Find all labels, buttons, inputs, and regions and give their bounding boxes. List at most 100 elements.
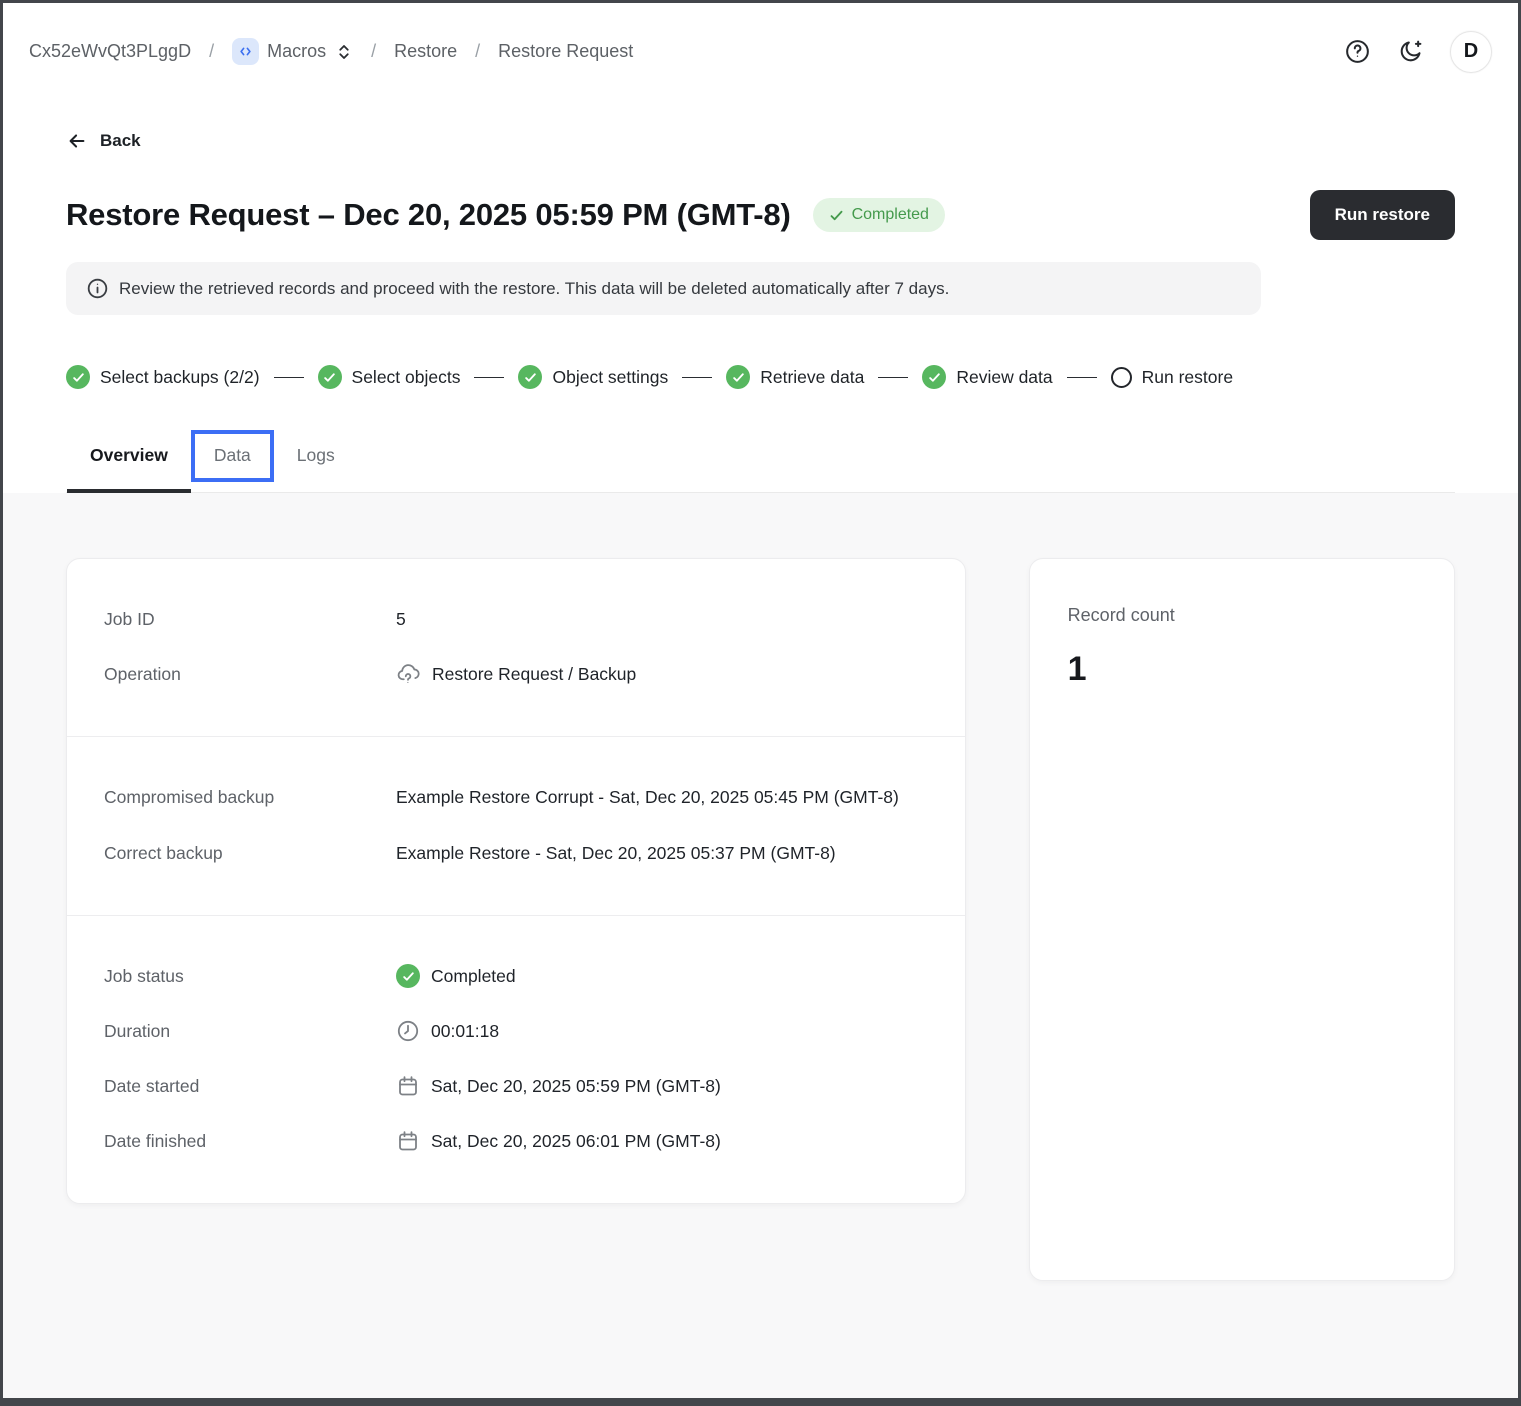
cloud-question-icon <box>396 661 421 686</box>
step-label: Select backups (2/2) <box>100 367 260 388</box>
field-value: Restore Request / Backup <box>396 658 636 690</box>
check-circle-icon <box>396 964 420 988</box>
info-banner: Review the retrieved records and proceed… <box>66 262 1261 315</box>
breadcrumb-app-selector[interactable]: Macros <box>232 38 353 65</box>
field-value: Sat, Dec 20, 2025 05:59 PM (GMT-8) <box>396 1070 721 1102</box>
chevron-updown-icon <box>335 43 353 61</box>
step-check-icon <box>66 365 90 389</box>
field-row-date-started: Date started Sat, Dec 20, 2025 05:59 PM … <box>104 1070 928 1102</box>
date-started-value: Sat, Dec 20, 2025 05:59 PM (GMT-8) <box>431 1070 721 1102</box>
page-title: Restore Request – Dec 20, 2025 05:59 PM … <box>66 197 791 233</box>
step-connector <box>1067 377 1097 378</box>
breadcrumb-org[interactable]: Cx52eWvQt3PLggD <box>29 41 191 62</box>
backups-section: Compromised backup Example Restore Corru… <box>67 736 965 915</box>
run-restore-button[interactable]: Run restore <box>1310 190 1455 240</box>
step-select-backups[interactable]: Select backups (2/2) <box>66 365 260 389</box>
job-id-section: Job ID 5 Operation Restore Request / Bac… <box>67 559 965 736</box>
field-label: Duration <box>104 1015 396 1047</box>
field-label: Compromised backup <box>104 781 396 813</box>
page-header: Back Restore Request – Dec 20, 2025 05:5… <box>3 100 1518 493</box>
step-retrieve-data[interactable]: Retrieve data <box>726 365 864 389</box>
field-value: Completed <box>396 960 516 992</box>
clock-icon <box>396 1019 420 1043</box>
topbar-actions: D <box>1344 31 1492 73</box>
check-icon <box>829 208 844 223</box>
title-row: Restore Request – Dec 20, 2025 05:59 PM … <box>66 190 1455 240</box>
top-bar: Cx52eWvQt3PLggD / Macros / Restore / Res… <box>3 3 1518 100</box>
info-icon <box>86 277 109 300</box>
step-label: Review data <box>956 367 1052 388</box>
avatar-initial: D <box>1464 40 1478 63</box>
breadcrumb: Cx52eWvQt3PLggD / Macros / Restore / Res… <box>29 38 633 65</box>
overview-content: Job ID 5 Operation Restore Request / Bac… <box>3 493 1518 1398</box>
back-label: Back <box>100 131 141 151</box>
field-row-job-status: Job status Completed <box>104 960 928 992</box>
app-window: Cx52eWvQt3PLggD / Macros / Restore / Res… <box>0 0 1521 1406</box>
field-label: Date finished <box>104 1125 396 1157</box>
tab-logs[interactable]: Logs <box>274 419 358 492</box>
wizard-stepper: Select backups (2/2) Select objects Obje… <box>66 365 1455 389</box>
status-badge-label: Completed <box>852 206 929 224</box>
field-label: Date started <box>104 1070 396 1102</box>
field-row-compromised-backup: Compromised backup Example Restore Corru… <box>104 781 928 813</box>
field-value: 5 <box>396 603 406 635</box>
date-finished-value: Sat, Dec 20, 2025 06:01 PM (GMT-8) <box>431 1125 721 1157</box>
job-status-value: Completed <box>431 960 516 992</box>
record-count-card: Record count 1 <box>1029 558 1455 1281</box>
dark-mode-icon[interactable] <box>1397 38 1424 65</box>
step-check-icon <box>318 365 342 389</box>
field-value: Example Restore - Sat, Dec 20, 2025 05:3… <box>396 837 836 869</box>
tab-overview[interactable]: Overview <box>67 419 191 492</box>
field-value: 00:01:18 <box>396 1015 499 1047</box>
step-connector <box>878 377 908 378</box>
breadcrumb-section[interactable]: Restore <box>394 41 457 62</box>
breadcrumb-separator: / <box>209 41 214 62</box>
field-row-job-id: Job ID 5 <box>104 603 928 635</box>
field-label: Operation <box>104 658 396 690</box>
arrow-left-icon <box>66 130 88 152</box>
step-pending-icon <box>1111 367 1132 388</box>
field-value: Example Restore Corrupt - Sat, Dec 20, 2… <box>396 781 899 813</box>
field-label: Job ID <box>104 603 396 635</box>
step-label: Run restore <box>1142 367 1233 388</box>
step-connector <box>474 377 504 378</box>
field-value: Sat, Dec 20, 2025 06:01 PM (GMT-8) <box>396 1125 721 1157</box>
calendar-icon <box>396 1074 420 1098</box>
field-row-correct-backup: Correct backup Example Restore - Sat, De… <box>104 837 928 869</box>
step-check-icon <box>518 365 542 389</box>
tab-data[interactable]: Data <box>191 430 274 482</box>
back-button[interactable]: Back <box>66 130 141 152</box>
field-row-duration: Duration 00:01:18 <box>104 1015 928 1047</box>
help-icon[interactable] <box>1344 38 1371 65</box>
step-select-objects[interactable]: Select objects <box>318 365 461 389</box>
code-brackets-icon <box>232 38 259 65</box>
step-object-settings[interactable]: Object settings <box>518 365 668 389</box>
tab-bar: Overview Data Logs <box>66 419 1455 493</box>
avatar[interactable]: D <box>1450 31 1492 73</box>
step-label: Select objects <box>352 367 461 388</box>
record-count-label: Record count <box>1068 605 1416 626</box>
status-section: Job status Completed Duration 00: <box>67 915 965 1203</box>
breadcrumb-separator: / <box>475 41 480 62</box>
step-label: Object settings <box>552 367 668 388</box>
step-review-data[interactable]: Review data <box>922 365 1052 389</box>
field-label: Correct backup <box>104 837 396 869</box>
field-row-operation: Operation Restore Request / Backup <box>104 658 928 690</box>
field-row-date-finished: Date finished Sat, Dec 20, 2025 06:01 PM… <box>104 1125 928 1157</box>
duration-value: 00:01:18 <box>431 1015 499 1047</box>
breadcrumb-page[interactable]: Restore Request <box>498 41 633 62</box>
step-check-icon <box>726 365 750 389</box>
info-banner-text: Review the retrieved records and proceed… <box>119 279 949 299</box>
step-connector <box>682 377 712 378</box>
step-check-icon <box>922 365 946 389</box>
step-label: Retrieve data <box>760 367 864 388</box>
record-count-value: 1 <box>1068 650 1416 689</box>
step-connector <box>274 377 304 378</box>
breadcrumb-separator: / <box>371 41 376 62</box>
job-details-card: Job ID 5 Operation Restore Request / Bac… <box>66 558 966 1204</box>
field-label: Job status <box>104 960 396 992</box>
breadcrumb-app-label: Macros <box>267 41 326 62</box>
operation-value: Restore Request / Backup <box>432 658 636 690</box>
calendar-icon <box>396 1129 420 1153</box>
step-run-restore[interactable]: Run restore <box>1111 367 1233 388</box>
